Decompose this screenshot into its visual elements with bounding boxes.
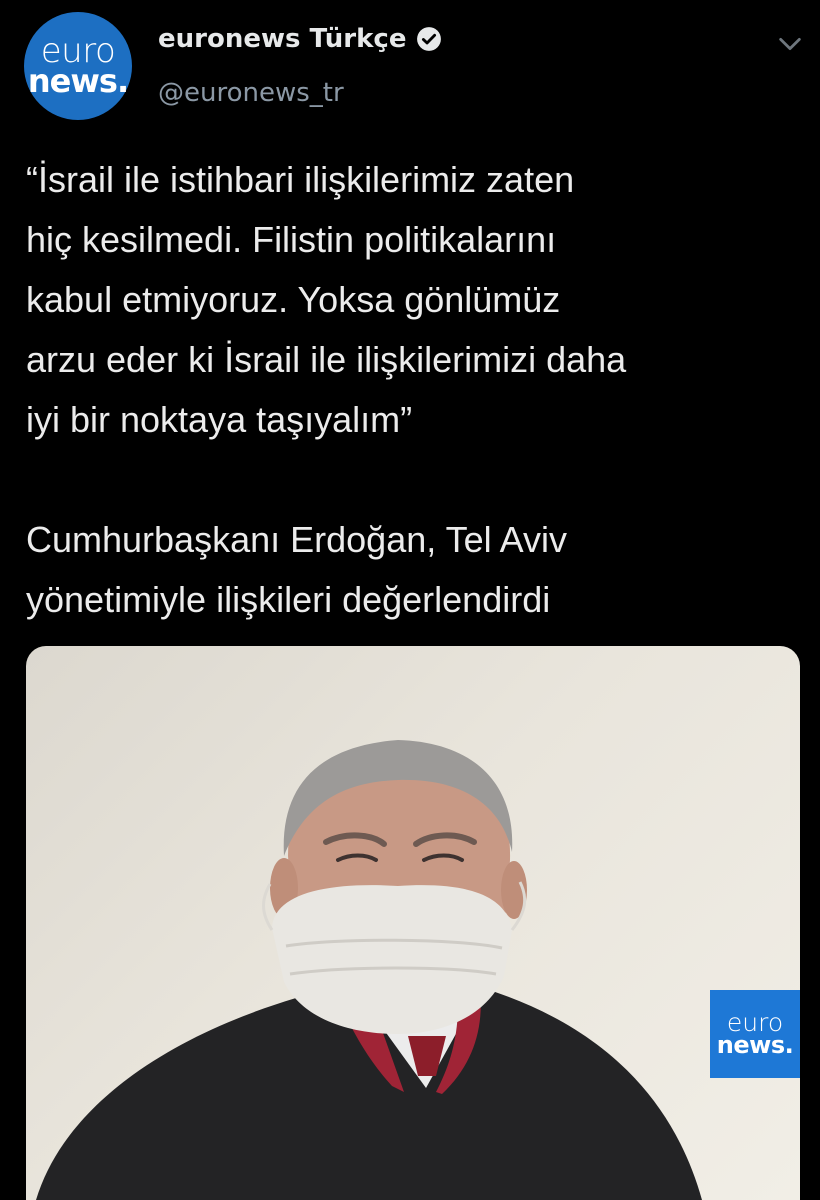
avatar-text-bottom: news. xyxy=(27,61,129,100)
tweet: euro news. euronews Türkçe @euronews_tr … xyxy=(0,0,820,1200)
quote-line: “İsrail ile istihbari ilişkilerimiz zate… xyxy=(26,159,575,200)
chevron-down-icon[interactable] xyxy=(776,30,804,58)
media-photo xyxy=(36,740,702,1200)
quote-line: hiç kesilmedi. Filistin politikalarını xyxy=(26,219,557,260)
verified-badge-icon xyxy=(417,27,442,51)
tweet-media-image[interactable]: euro news. xyxy=(26,646,800,1200)
headline-line: Cumhurbaşkanı Erdoğan, Tel Aviv xyxy=(26,519,567,560)
author-name-row: euronews Türkçe xyxy=(158,24,442,54)
handle[interactable]: @euronews_tr xyxy=(158,78,344,108)
watermark-text-bottom: news. xyxy=(716,1031,794,1060)
quote-line: arzu eder ki İsrail ile ilişkilerimizi d… xyxy=(26,339,627,380)
quote-line: iyi bir noktaya taşıyalım” xyxy=(26,399,413,440)
tweet-text: “İsrail ile istihbari ilişkilerimiz zate… xyxy=(26,150,806,630)
headline-line: yönetimiyle ilişkileri değerlendirdi xyxy=(26,579,551,620)
quote-line: kabul etmiyoruz. Yoksa gönlümüz xyxy=(26,279,561,320)
display-name[interactable]: euronews Türkçe xyxy=(158,24,406,54)
euronews-watermark-logo: euro news. xyxy=(710,990,800,1078)
avatar[interactable]: euro news. xyxy=(24,12,132,120)
